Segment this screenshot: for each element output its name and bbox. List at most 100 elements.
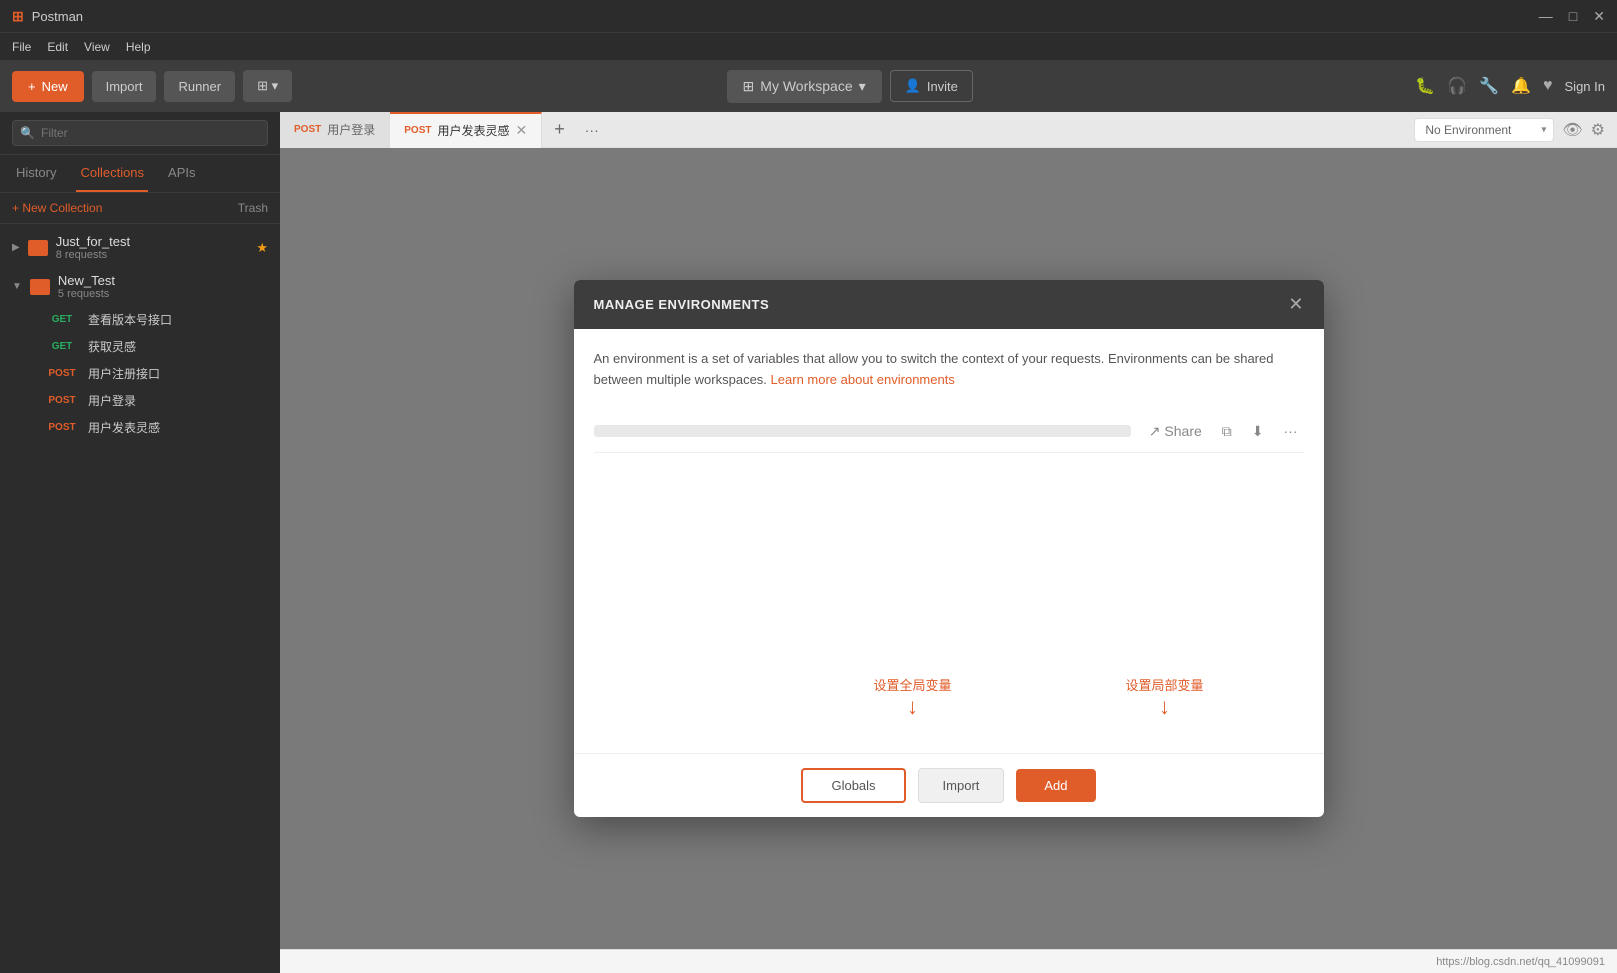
more-options-button[interactable]: ··· xyxy=(1278,419,1304,444)
modal-close-button[interactable]: ✕ xyxy=(1288,294,1303,315)
tab-history[interactable]: History xyxy=(12,155,60,192)
add-label: Add xyxy=(1044,778,1067,793)
import-label: Import xyxy=(106,79,143,94)
window-controls: — □ ✕ xyxy=(1539,8,1605,25)
modal-footer: Globals Import Add xyxy=(574,753,1324,817)
env-item-actions: ↗ Share ⧉ ⬇ ··· xyxy=(1143,419,1304,444)
import-button[interactable]: Import xyxy=(92,71,157,102)
new-collection-button[interactable]: + New Collection xyxy=(12,201,102,215)
method-post-badge: POST xyxy=(44,367,80,380)
add-button[interactable]: Add xyxy=(1016,769,1095,802)
invite-button[interactable]: 👤 Invite xyxy=(890,70,973,102)
title-bar: ⊞ Postman — □ ✕ xyxy=(0,0,1617,32)
folder-icon-2 xyxy=(30,279,50,295)
request-item-2[interactable]: GET 获取灵感 xyxy=(0,333,280,360)
annotation-add-label: 设置局部变量 xyxy=(1125,675,1203,694)
download-button[interactable]: ⬇ xyxy=(1246,419,1270,444)
tab-close-icon[interactable]: ✕ xyxy=(516,122,528,139)
collection-just-for-test[interactable]: ▶ Just_for_test 8 requests ★ xyxy=(0,228,280,267)
runner-label: Runner xyxy=(178,79,221,94)
gear-icon[interactable]: ⚙ xyxy=(1591,120,1605,140)
globals-button[interactable]: Globals xyxy=(801,768,905,803)
bug-icon[interactable]: 🐛 xyxy=(1415,76,1435,96)
filter-input[interactable] xyxy=(12,120,268,146)
sidebar-content: ▶ Just_for_test 8 requests ★ ▼ New_Test … xyxy=(0,224,280,973)
maximize-button[interactable]: □ xyxy=(1569,8,1577,25)
new-collection-label: + New Collection xyxy=(12,201,102,215)
annotation-area: 设置全局变量 ↓ 设置局部变量 ↓ xyxy=(574,673,1324,753)
expand-icon: ▼ xyxy=(12,281,22,292)
workspace-chevron-icon: ▾ xyxy=(859,78,866,95)
minimize-button[interactable]: — xyxy=(1539,8,1553,25)
request-name-4: 用户登录 xyxy=(88,392,136,409)
toolbar: + New Import Runner ⊞ ▾ ⊞ My Workspace ▾… xyxy=(0,60,1617,112)
layout-button[interactable]: ⊞ ▾ xyxy=(243,70,292,102)
plus-icon: + xyxy=(28,79,36,94)
annotation-globals-area: 设置全局变量 ↓ xyxy=(874,675,952,718)
headset-icon[interactable]: 🎧 xyxy=(1447,76,1467,96)
request-item-5[interactable]: POST 用户发表灵感 xyxy=(0,414,280,441)
ellipsis-icon: ··· xyxy=(1284,423,1298,439)
import-footer-button[interactable]: Import xyxy=(918,768,1005,803)
app-logo-icon: ⊞ xyxy=(12,8,24,25)
settings-icon[interactable]: 🔧 xyxy=(1479,76,1499,96)
collection-meta: 8 requests xyxy=(56,249,249,261)
method-post-badge-2: POST xyxy=(44,394,80,407)
collection-meta-2: 5 requests xyxy=(58,288,268,300)
menu-bar: File Edit View Help xyxy=(0,32,1617,60)
bell-icon[interactable]: 🔔 xyxy=(1511,76,1531,96)
menu-view[interactable]: View xyxy=(84,40,110,54)
app-title: Postman xyxy=(32,9,83,24)
request-item-1[interactable]: GET 查看版本号接口 xyxy=(0,306,280,333)
duplicate-icon: ⧉ xyxy=(1222,423,1232,439)
tab-1[interactable]: POST 用户登录 xyxy=(280,112,390,148)
close-button[interactable]: ✕ xyxy=(1593,8,1605,25)
sidebar-actions: + New Collection Trash xyxy=(0,193,280,224)
tab-2[interactable]: POST 用户发表灵感 ✕ xyxy=(390,112,542,148)
heart-icon[interactable]: ♥ xyxy=(1543,77,1553,95)
star-icon[interactable]: ★ xyxy=(256,240,268,256)
env-select[interactable]: No Environment xyxy=(1414,118,1554,142)
collapse-icon: ▶ xyxy=(12,242,20,253)
menu-file[interactable]: File xyxy=(12,40,31,54)
annotation-globals-arrow: ↓ xyxy=(874,696,952,718)
add-tab-button[interactable]: + xyxy=(542,119,577,140)
env-item-name[interactable] xyxy=(594,425,1131,437)
tab1-name: 用户登录 xyxy=(327,121,375,138)
workspace-button[interactable]: ⊞ My Workspace ▾ xyxy=(727,70,882,103)
workspace-icon: ⊞ xyxy=(743,78,755,95)
new-button[interactable]: + New xyxy=(12,71,84,102)
learn-more-link[interactable]: Learn more about environments xyxy=(771,372,955,387)
layout-icon: ⊞ ▾ xyxy=(257,78,278,93)
tab-apis[interactable]: APIs xyxy=(164,155,199,192)
collection-name-2: New_Test xyxy=(58,273,268,288)
bottom-bar: https://blog.csdn.net/qq_41099091 xyxy=(280,949,1617,973)
more-tabs-button[interactable]: ··· xyxy=(577,122,607,138)
sign-in-label: Sign In xyxy=(1565,79,1605,94)
globals-label: Globals xyxy=(831,778,875,793)
runner-button[interactable]: Runner xyxy=(164,71,235,102)
annotation-add-area: 设置局部变量 ↓ xyxy=(1125,675,1203,718)
tab2-name: 用户发表灵感 xyxy=(437,122,509,139)
request-area: MANAGE ENVIRONMENTS ✕ An environment is … xyxy=(280,148,1617,949)
tab-collections[interactable]: Collections xyxy=(76,155,148,192)
modal-description: An environment is a set of variables tha… xyxy=(594,349,1304,391)
request-item-3[interactable]: POST 用户注册接口 xyxy=(0,360,280,387)
collection-new-test[interactable]: ▼ New_Test 5 requests xyxy=(0,267,280,306)
import-footer-label: Import xyxy=(943,778,980,793)
trash-label: Trash xyxy=(238,201,268,215)
eye-icon[interactable]: 👁 xyxy=(1562,120,1582,140)
download-icon: ⬇ xyxy=(1252,423,1264,439)
content-area: POST 用户登录 POST 用户发表灵感 ✕ + ··· No Environ… xyxy=(280,112,1617,973)
trash-button[interactable]: Trash xyxy=(238,201,268,215)
invite-label: Invite xyxy=(927,79,958,94)
annotation-add-arrow: ↓ xyxy=(1125,696,1203,718)
request-item-4[interactable]: POST 用户登录 xyxy=(0,387,280,414)
share-button[interactable]: ↗ Share xyxy=(1143,419,1208,444)
duplicate-button[interactable]: ⧉ xyxy=(1216,419,1238,444)
menu-help[interactable]: Help xyxy=(126,40,151,54)
tab1-method: POST xyxy=(294,124,321,135)
menu-edit[interactable]: Edit xyxy=(47,40,68,54)
url-text: https://blog.csdn.net/qq_41099091 xyxy=(1436,956,1605,968)
sign-in-button[interactable]: Sign In xyxy=(1565,79,1605,94)
